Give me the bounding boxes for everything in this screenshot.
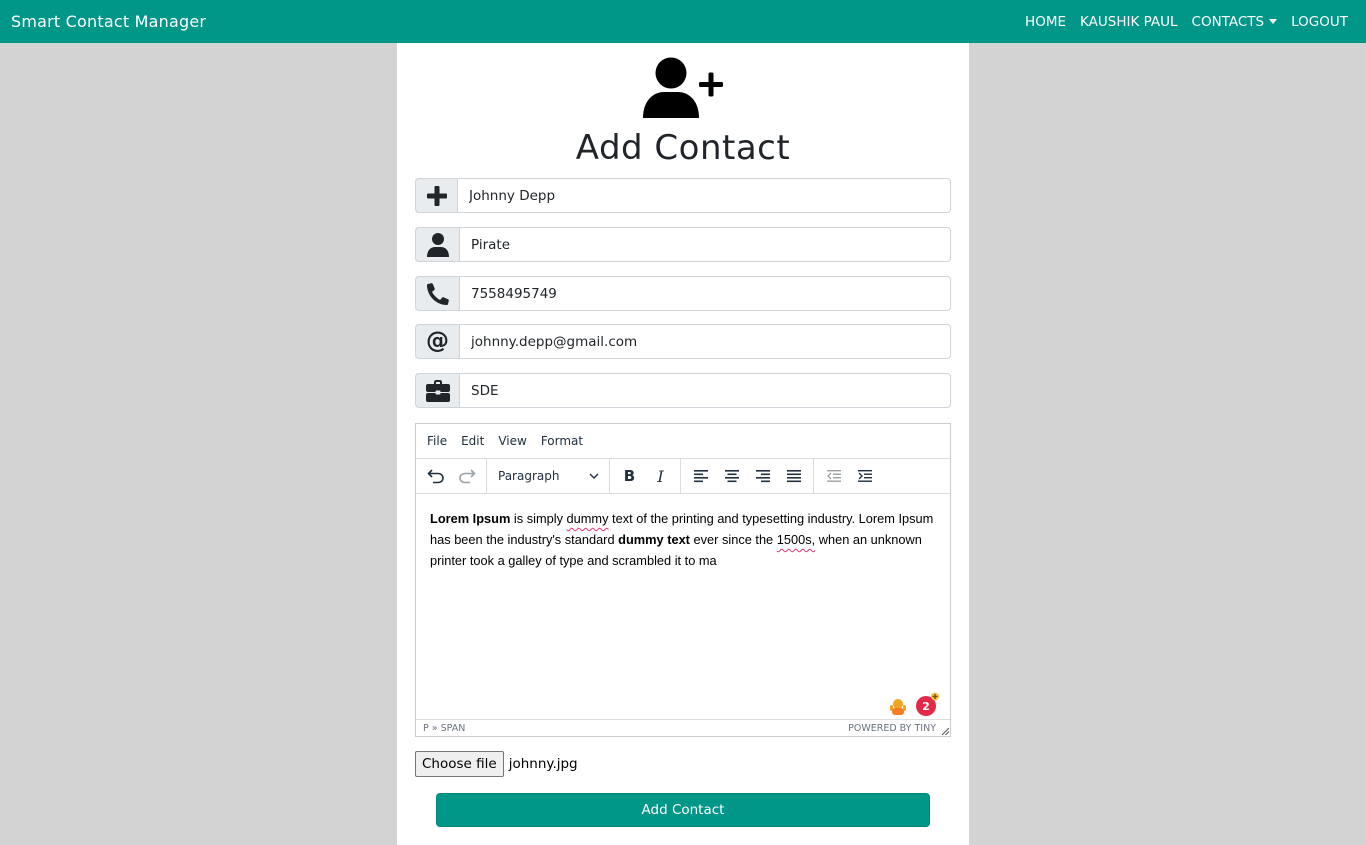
align-center-button[interactable] (716, 462, 747, 490)
text-3: ever since the (689, 532, 777, 547)
element-path[interactable]: P » SPAN (423, 723, 465, 734)
indent-group (814, 459, 884, 493)
history-group (416, 459, 487, 493)
nav-contacts-dropdown[interactable]: CONTACTS (1185, 14, 1285, 30)
name-field-group (415, 178, 951, 213)
redo-button[interactable] (451, 462, 482, 490)
editor-statusbar: P » SPAN POWERED BY TINY (416, 719, 950, 736)
phone-input-wrap (459, 276, 951, 311)
navbar: Smart Contact Manager HOME KAUSHIK PAUL … (0, 0, 1366, 43)
file-name: johnny.jpg (508, 756, 578, 772)
phone-field-group (415, 276, 951, 311)
work-input-wrap (459, 373, 951, 408)
menu-file[interactable]: File (420, 434, 454, 448)
undo-button[interactable] (420, 462, 451, 490)
at-icon: @ (426, 328, 449, 354)
email-input[interactable] (471, 333, 939, 350)
powered-by-link[interactable]: POWERED BY TINY (848, 723, 936, 734)
outdent-button[interactable] (818, 462, 849, 490)
choose-file-button[interactable]: Choose file (415, 751, 504, 777)
editor-toolbar: Paragraph B I (416, 459, 950, 494)
spell-word-1: dummy (566, 511, 609, 526)
bold-text-1: Lorem Ipsum (430, 511, 511, 526)
nickname-field-group (415, 227, 951, 262)
phone-input[interactable] (471, 285, 939, 302)
spell-word-2: 1500s, (776, 532, 816, 547)
editor-content[interactable]: Lorem Ipsum is simply dummy text of the … (416, 494, 950, 720)
plus-icon (426, 185, 447, 206)
undo-icon (426, 469, 444, 484)
nav-contacts-label: CONTACTS (1191, 13, 1265, 30)
align-center-icon (724, 470, 739, 483)
work-input[interactable] (471, 382, 939, 399)
user-plus-icon (643, 57, 723, 118)
grammarly-widget[interactable]: 2 (888, 692, 950, 718)
outdent-icon (826, 470, 841, 482)
text-1: is simply (510, 511, 567, 526)
rich-text-editor: File Edit View Format Paragraph B I Lore… (415, 423, 951, 737)
nav-logout-link[interactable]: LOGOUT (1284, 14, 1355, 30)
bold-button[interactable]: B (614, 462, 645, 490)
italic-icon: I (657, 466, 664, 486)
work-field-group (415, 373, 951, 408)
redo-icon (458, 469, 476, 484)
name-addon (415, 178, 457, 213)
align-right-button[interactable] (747, 462, 778, 490)
block-group: Paragraph (487, 459, 610, 493)
nickname-addon (415, 227, 459, 262)
block-format-label: Paragraph (498, 469, 560, 483)
bold-text-2: dummy text (618, 532, 690, 547)
caret-down-icon (1269, 18, 1278, 24)
phone-icon (426, 282, 449, 305)
align-left-button[interactable] (685, 462, 716, 490)
file-upload: Choose file johnny.jpg (415, 751, 578, 777)
work-addon (415, 373, 459, 408)
editor-menubar: File Edit View Format (416, 424, 950, 459)
nav-links: HOME KAUSHIK PAUL CONTACTS LOGOUT (1018, 14, 1355, 30)
italic-button[interactable]: I (645, 462, 676, 490)
align-justify-button[interactable] (778, 462, 809, 490)
grammarly-count: 2 (922, 700, 930, 713)
align-right-icon (755, 470, 770, 483)
block-format-select[interactable]: Paragraph (491, 462, 605, 490)
phone-addon (415, 276, 459, 311)
nickname-input[interactable] (471, 236, 939, 253)
menu-edit[interactable]: Edit (454, 434, 491, 448)
align-left-icon (693, 470, 708, 483)
user-icon (426, 232, 449, 257)
email-field-group: @ (415, 324, 951, 359)
menu-view[interactable]: View (491, 434, 533, 448)
nickname-input-wrap (459, 227, 951, 262)
align-justify-icon (786, 470, 801, 483)
nav-user-link[interactable]: KAUSHIK PAUL (1073, 14, 1185, 30)
name-input-wrap (457, 178, 951, 213)
align-group (681, 459, 814, 493)
emoji-icon (890, 699, 906, 715)
chevron-down-icon (589, 473, 599, 479)
briefcase-icon (425, 379, 450, 402)
bold-icon: B (623, 467, 636, 485)
resize-handle-icon[interactable] (942, 728, 949, 735)
indent-button[interactable] (849, 462, 880, 490)
email-addon: @ (415, 324, 459, 359)
brand-title[interactable]: Smart Contact Manager (11, 12, 206, 31)
name-input[interactable] (469, 187, 939, 204)
page-title: Add Contact (575, 128, 791, 168)
email-input-wrap (459, 324, 951, 359)
format-group: B I (610, 459, 681, 493)
indent-icon (857, 470, 872, 482)
nav-home-link[interactable]: HOME (1018, 14, 1073, 30)
add-contact-button[interactable]: Add Contact (436, 793, 930, 827)
menu-format[interactable]: Format (534, 434, 590, 448)
